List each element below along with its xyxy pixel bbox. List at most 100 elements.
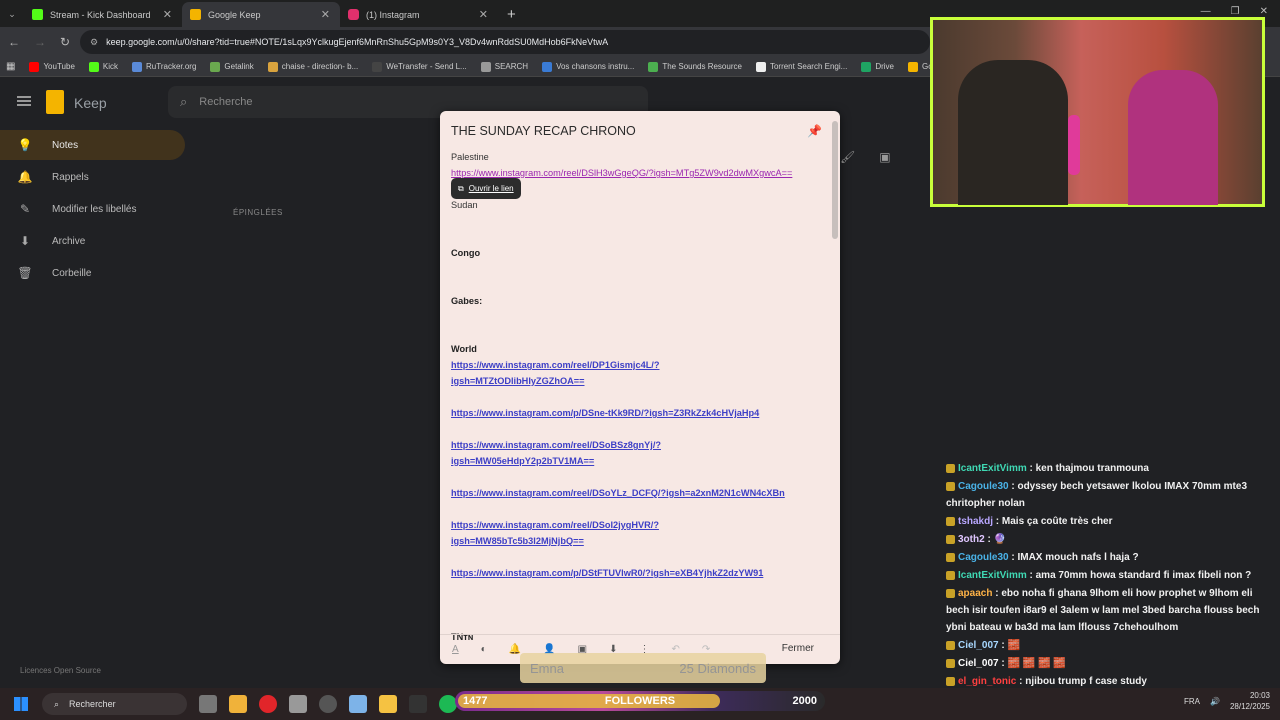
site-info-icon[interactable]: ⚙	[90, 37, 98, 48]
bookmark-drive[interactable]: Drive	[861, 61, 894, 72]
maximize-icon[interactable]: ❐	[1231, 6, 1240, 17]
note-link[interactable]: igsh=MW85bTc5b3I2MjNjbQ==	[451, 533, 819, 549]
note-line	[451, 261, 819, 277]
tab-label: Stream - Kick Dashboard	[50, 9, 151, 20]
chat-message: Cagoule30 : odyssey bech yetsawer lkolou…	[940, 478, 1280, 512]
chat-username[interactable]: apaach	[958, 588, 992, 599]
sidebar-item-edit-labels[interactable]: ✎ Modifier les libellés	[0, 194, 185, 224]
note-line: Gabes:	[451, 296, 483, 306]
note-link[interactable]: https://www.instagram.com/p/DSne-tKk9RD/…	[451, 405, 819, 421]
obs-icon[interactable]	[319, 695, 337, 713]
reminder-icon[interactable]: 🔔	[509, 644, 521, 655]
tab-kick[interactable]: Stream - Kick Dashboard ✕	[24, 2, 182, 27]
window-controls: — ❐ ✕	[1201, 6, 1280, 17]
sidebar-item-notes[interactable]: 💡 Notes	[0, 130, 185, 160]
note-link[interactable]: https://www.instagram.com/reel/DSoBSz8gn…	[451, 437, 819, 453]
volume-icon[interactable]: 🔊	[1210, 697, 1220, 706]
reload-icon[interactable]: ↻	[60, 35, 70, 49]
taskbar-search[interactable]: ⌕ Rechercher	[42, 693, 187, 715]
sidebar-item-trash[interactable]: 🗑 Corbeille	[0, 258, 185, 288]
sidebar: 💡 Notes 🔔 Rappels ✎ Modifier les libellés ⬇…	[0, 130, 185, 290]
sidebar-item-label: Rappels	[52, 171, 89, 183]
note-link[interactable]: https://www.instagram.com/reel/DSoYLz_DC…	[451, 485, 819, 501]
pin-icon[interactable]: 📌	[807, 124, 822, 138]
sidebar-item-reminders[interactable]: 🔔 Rappels	[0, 162, 185, 192]
new-tab-button[interactable]: +	[498, 2, 525, 27]
search-bookmark-icon	[480, 61, 491, 72]
apps-grid-icon[interactable]: ▦	[6, 61, 15, 72]
tab-close-icon[interactable]: ✕	[163, 8, 172, 21]
archive-icon: ⬇	[19, 234, 31, 248]
chat-username[interactable]: Cagoule30	[958, 552, 1009, 563]
note-title[interactable]: THE SUNDAY RECAP CHRONO	[451, 123, 819, 141]
live-app-icon[interactable]	[409, 695, 427, 713]
close-note-button[interactable]: Fermer	[782, 643, 814, 654]
keep-logo-icon	[46, 90, 64, 114]
start-button[interactable]	[0, 688, 42, 720]
image-icon[interactable]: ▣	[879, 150, 890, 164]
scrollbar[interactable]	[832, 121, 838, 239]
bookmark-youtube[interactable]: YouTube	[29, 61, 75, 72]
text-format-icon[interactable]: A	[452, 644, 459, 655]
address-bar[interactable]: ⚙ keep.google.com/u/0/share?tid=true#NOT…	[80, 30, 930, 54]
sounds-resource-icon	[648, 61, 659, 72]
palette-icon[interactable]: ◐	[481, 644, 487, 655]
chat-username[interactable]: Ciel_007	[958, 658, 999, 669]
file-explorer-icon[interactable]	[379, 695, 397, 713]
close-window-icon[interactable]: ✕	[1260, 6, 1268, 17]
note-link[interactable]: igsh=MW05eHdpY2p2bTV1MA==	[451, 453, 819, 469]
tab-close-icon[interactable]: ✕	[479, 8, 488, 21]
chat-username[interactable]: IcantExitVimm	[958, 463, 1027, 474]
menu-icon[interactable]	[17, 96, 31, 106]
note-link[interactable]: igsh=MTZtODlibHIyZGZhOA==	[451, 373, 819, 389]
followers-progress-fill	[458, 694, 721, 708]
bookmark-rutracker[interactable]: RuTracker.org	[132, 61, 196, 72]
photos-icon[interactable]	[349, 695, 367, 713]
wetransfer-icon	[372, 61, 383, 72]
chat-username[interactable]: Ciel_007	[958, 640, 999, 651]
brush-icon[interactable]: 🖌	[840, 150, 855, 164]
chat-badge-icon	[946, 570, 955, 580]
bookmark-kick[interactable]: Kick	[88, 61, 118, 72]
bookmark-torrent-search[interactable]: Torrent Search Engi...	[755, 61, 847, 72]
bookmark-search[interactable]: SEARCH	[480, 61, 528, 72]
tab-instagram[interactable]: (1) Instagram ✕	[340, 2, 498, 27]
back-icon[interactable]: ←	[8, 35, 20, 49]
tab-google-keep[interactable]: Google Keep ✕	[182, 2, 340, 27]
search-icon[interactable]: ⌕	[180, 94, 187, 110]
sidebar-item-archive[interactable]: ⬇ Archive	[0, 226, 185, 256]
chat-username[interactable]: el_gin_tonic	[958, 676, 1016, 687]
bookmark-sounds-resource[interactable]: The Sounds Resource	[648, 61, 742, 72]
chat-username[interactable]: IcantExitVimm	[958, 570, 1027, 581]
clock[interactable]: 20:03 28/12/2025	[1230, 690, 1270, 712]
tab-close-icon[interactable]: ✕	[321, 8, 330, 21]
tab-search-dropdown[interactable]: ⌄	[0, 2, 24, 27]
bulb-icon: 💡	[17, 138, 33, 152]
chat-message: Ciel_007 : 🧱	[940, 637, 1280, 654]
language-indicator[interactable]: FRA	[1184, 697, 1200, 706]
bookmark-getalink[interactable]: Getalink	[210, 61, 254, 72]
note-line	[451, 501, 819, 517]
note-link[interactable]: https://www.instagram.com/reel/DSoI2jygH…	[451, 517, 819, 533]
pencil-icon: ✎	[19, 202, 31, 216]
weather-icon[interactable]	[229, 695, 247, 713]
bookmark-chansons[interactable]: Vos chansons instru...	[542, 61, 634, 72]
note-link[interactable]: https://www.instagram.com/p/DStFTUVlwR0/…	[451, 565, 819, 581]
note-link[interactable]: https://www.instagram.com/reel/DP1Gismjc…	[451, 357, 819, 373]
licence-link[interactable]: Licences Open Source	[20, 666, 101, 675]
open-link-tooltip[interactable]: ⧉ Ouvrir le lien	[451, 178, 521, 199]
chat-username[interactable]: 3oth2	[958, 534, 985, 545]
note-line	[451, 309, 819, 325]
task-view-icon[interactable]	[199, 695, 217, 713]
minimize-icon[interactable]: —	[1201, 6, 1211, 17]
forward-icon[interactable]: →	[34, 35, 46, 49]
chat-username[interactable]: tshakdj	[958, 516, 993, 527]
bookmark-chaise[interactable]: chaise - direction- b...	[267, 61, 358, 72]
chat-text: : njibou trump f case study	[1019, 676, 1147, 687]
note-content[interactable]: Palestine https://www.instagram.com/reel/…	[451, 149, 819, 645]
note-line	[451, 597, 819, 613]
opera-icon[interactable]	[259, 695, 277, 713]
chat-username[interactable]: Cagoule30	[958, 481, 1009, 492]
bookmark-wetransfer[interactable]: WeTransfer - Send L...	[372, 61, 467, 72]
app-icon[interactable]	[289, 695, 307, 713]
